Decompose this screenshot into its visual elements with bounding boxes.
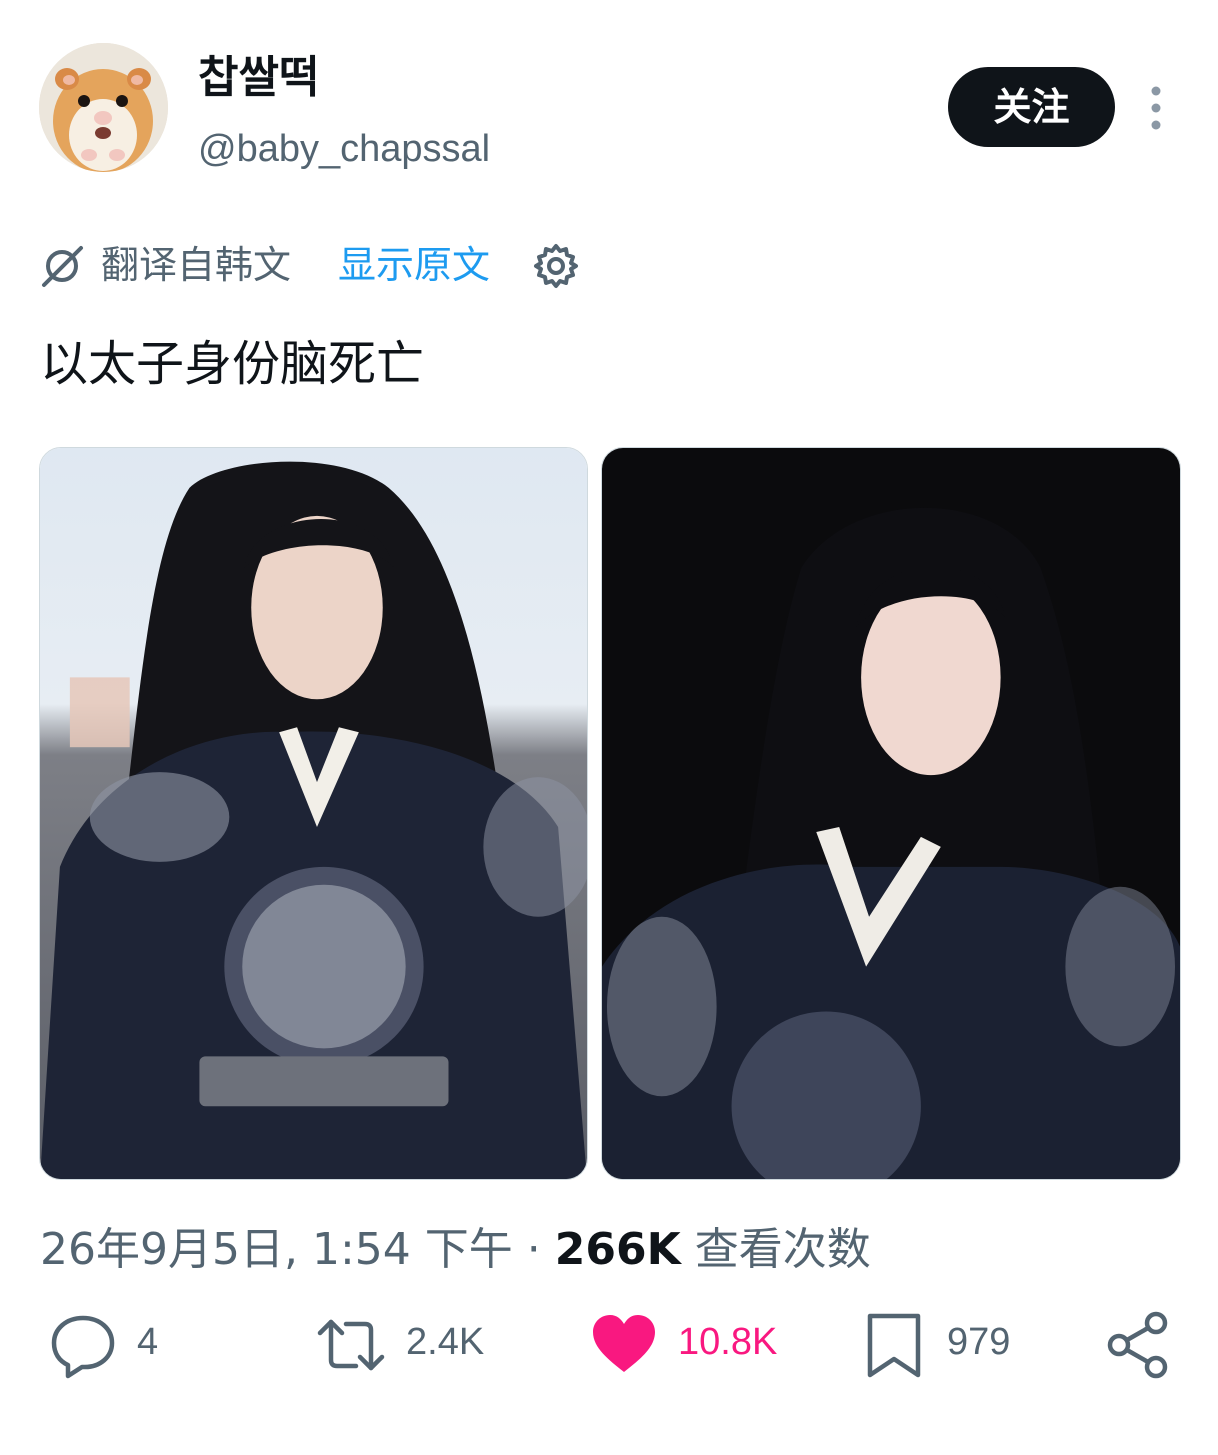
reply-count: 4 [137, 1321, 159, 1363]
translate-off-icon [38, 242, 86, 290]
view-count-label: 查看次数 [694, 1224, 871, 1275]
translation-notice: 翻译自韩文 [101, 243, 292, 287]
show-original-link[interactable]: 显示原文 [338, 240, 490, 290]
reply-icon[interactable] [48, 1310, 118, 1380]
user-handle[interactable]: @baby_chapssal [198, 125, 490, 173]
photo-2-image [602, 448, 1180, 1179]
gear-icon[interactable] [531, 241, 581, 291]
bookmark-count: 979 [947, 1321, 1011, 1363]
post-timestamp[interactable]: 26年9月5日, 1:54 下午 [40, 1224, 513, 1275]
repost-count: 2.4K [406, 1321, 485, 1363]
post-text: 以太子身份脑死亡 [40, 336, 425, 392]
like-count: 10.8K [678, 1321, 778, 1363]
bookmark-icon[interactable] [859, 1310, 929, 1380]
meta-separator: · [526, 1224, 541, 1275]
more-vertical-icon[interactable] [1138, 84, 1174, 132]
display-name[interactable]: 찹쌀떡 [198, 50, 319, 106]
hamster-avatar-image [39, 43, 168, 172]
post-photo-1[interactable] [39, 447, 588, 1180]
photo-1-image [40, 448, 587, 1179]
avatar[interactable] [39, 43, 168, 172]
repost-icon[interactable] [316, 1310, 386, 1380]
share-icon[interactable] [1104, 1310, 1174, 1380]
heart-filled-icon[interactable] [589, 1310, 659, 1380]
follow-button[interactable]: 关注 [948, 67, 1115, 147]
post-photo-2[interactable] [601, 447, 1181, 1180]
view-count: 266K [554, 1224, 681, 1275]
post-meta: 26年9月5日, 1:54 下午 · 266K 查看次数 [40, 1222, 871, 1278]
